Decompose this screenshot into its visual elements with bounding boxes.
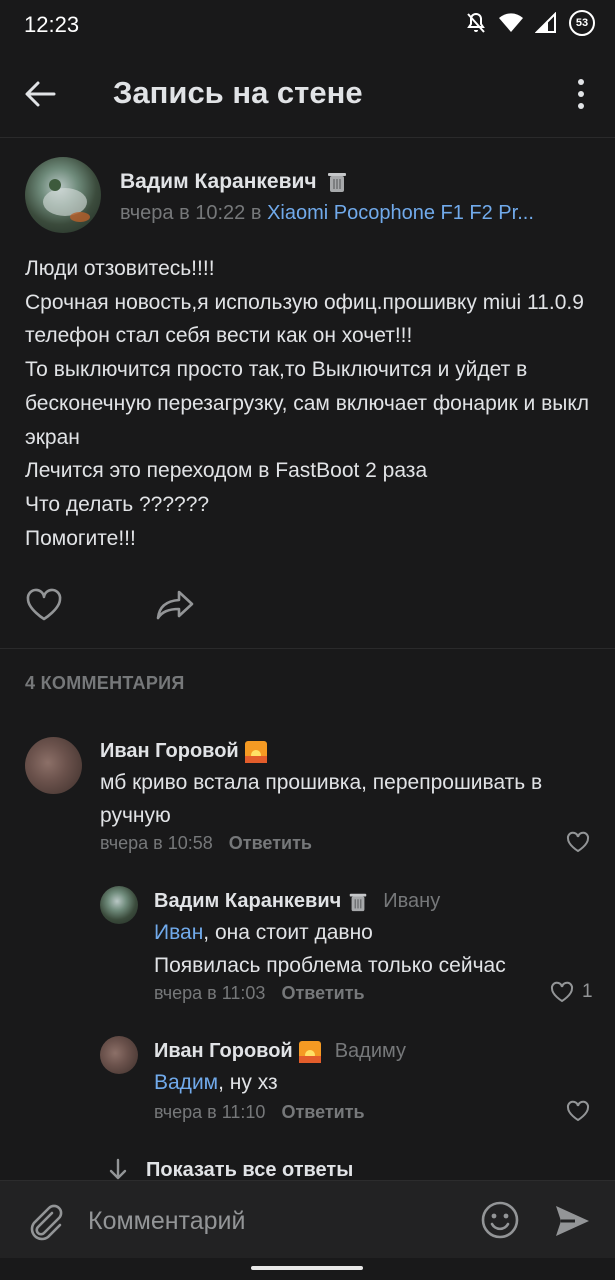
status-bar: 12:23 53 [0, 0, 615, 50]
comment-time: вчера в 11:03 [154, 983, 266, 1003]
like-count: 1 [582, 981, 593, 1002]
comment-text-part: , ну хз [218, 1071, 278, 1094]
comment-time: вчера в 10:58 [100, 833, 213, 853]
post-line: Помогите!!! [25, 526, 136, 550]
notifications-off-icon [467, 12, 485, 33]
post-author-avatar[interactable] [25, 157, 101, 233]
comment-avatar[interactable] [100, 886, 138, 924]
post-line: Лечится это переходом в FastBoot 2 раза [25, 459, 428, 483]
share-icon[interactable] [155, 588, 195, 622]
mention-link[interactable]: Вадим [154, 1071, 218, 1094]
comment-author-name[interactable]: Вадим Каранкевич [154, 890, 341, 913]
heart-icon [566, 831, 590, 853]
mention-link[interactable]: Иван [154, 921, 203, 944]
comment-meta: вчера в 10:58 Ответить [100, 833, 312, 854]
comment-text: мб криво встала прошивка, перепрошивать … [100, 771, 543, 827]
reply-button[interactable]: Ответить [281, 983, 364, 1003]
more-vertical-icon[interactable] [571, 76, 591, 112]
comment-like-button[interactable]: 1 [550, 981, 593, 1003]
comment-like-button[interactable] [566, 1100, 590, 1122]
comment-meta: вчера в 11:10 Ответить [154, 1102, 365, 1123]
send-icon[interactable] [552, 1201, 592, 1241]
comment-avatar[interactable] [25, 737, 82, 794]
heart-icon [566, 1100, 590, 1122]
signal-icon [535, 12, 556, 33]
battery-indicator: 53 [569, 10, 595, 36]
comment-line: Иван, она стоит давно [154, 916, 594, 949]
reply-to[interactable]: Ивану [383, 890, 440, 913]
comment-text: Иван, она стоит давно Появилась проблема… [154, 916, 594, 982]
system-nav-bar [0, 1258, 615, 1280]
comment-author[interactable]: Вадим Каранкевич Ивану [154, 890, 440, 913]
reply-button[interactable]: Ответить [281, 1102, 364, 1122]
comment-avatar[interactable] [100, 1036, 138, 1074]
page-title: Запись на стене [113, 75, 363, 110]
comment-composer [0, 1180, 615, 1258]
post-time: вчера в 10:22 [120, 202, 246, 224]
heart-icon [550, 981, 574, 1003]
like-heart-icon[interactable] [25, 588, 63, 622]
trash-icon [350, 893, 367, 911]
comment-text: Вадим, ну хз [154, 1066, 594, 1099]
wifi-icon [499, 13, 523, 32]
trash-icon [327, 173, 346, 192]
attach-icon[interactable] [24, 1201, 64, 1241]
post-line: Люди отзовитесь!!!! [25, 257, 215, 280]
emoji-icon[interactable] [478, 1198, 522, 1242]
status-icons: 53 [465, 10, 595, 36]
comment-input[interactable] [88, 1201, 458, 1241]
post-author[interactable]: Вадим Каранкевич [120, 170, 349, 194]
show-all-replies-button[interactable]: Показать все ответы [108, 1158, 353, 1182]
top-app-bar: Запись на стене [0, 50, 615, 138]
back-arrow-icon[interactable] [20, 74, 60, 114]
comment-text-part: , она стоит давно [203, 921, 373, 944]
comments-count: 4 КОММЕНТАРИЯ [25, 673, 185, 693]
comment-line: Появилась проблема только сейчас [154, 954, 506, 977]
post-group-link[interactable]: Xiaomi Pocophone F1 F2 Pr... [267, 202, 534, 224]
arrow-down-icon [109, 1158, 127, 1180]
post-line: Срочная новость,я использую офиц.прошивк… [25, 290, 584, 348]
comment-author-name[interactable]: Иван Горовой [100, 740, 239, 763]
reply-button[interactable]: Ответить [229, 833, 312, 853]
post-text: Люди отзовитесь!!!! Срочная новость,я ис… [25, 252, 595, 555]
comment-like-button[interactable] [566, 831, 590, 853]
sunset-icon [244, 740, 267, 763]
post-line: То выключится просто так,то Выключится и… [25, 358, 590, 449]
status-time: 12:23 [24, 12, 80, 37]
post-author-name[interactable]: Вадим Каранкевич [120, 170, 317, 194]
reply-to[interactable]: Вадиму [335, 1040, 406, 1063]
post-line: Что делать ?????? [25, 492, 210, 516]
divider [0, 648, 615, 649]
post-in-word: в [250, 202, 262, 224]
home-handle[interactable] [251, 1266, 363, 1270]
comment-time: вчера в 11:10 [154, 1102, 266, 1122]
avatar-image [43, 179, 90, 222]
comment-author[interactable]: Иван Горовой [100, 740, 267, 763]
post-meta: вчера в 10:22 в Xiaomi Pocophone F1 F2 P… [120, 202, 580, 225]
comment-author-name[interactable]: Иван Горовой [154, 1040, 293, 1063]
show-all-replies-label: Показать все ответы [146, 1158, 354, 1181]
comment-meta: вчера в 11:03 Ответить [154, 983, 365, 1004]
comment-author[interactable]: Иван Горовой Вадиму [154, 1040, 406, 1063]
sunset-icon [298, 1040, 321, 1063]
